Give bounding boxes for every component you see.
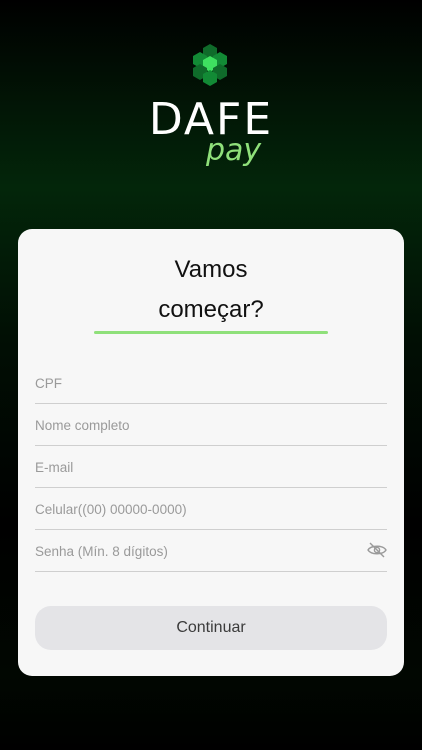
email-field-container	[35, 445, 387, 488]
cpf-field-container	[35, 361, 387, 404]
phone-input[interactable]	[35, 497, 355, 521]
title-underline	[94, 331, 328, 334]
name-field-container	[35, 403, 387, 446]
continue-button[interactable]: Continuar	[35, 606, 387, 650]
title-line-1: Vamos	[174, 256, 248, 283]
phone-field-container	[35, 487, 387, 530]
password-field-container	[35, 529, 387, 572]
password-input[interactable]	[35, 539, 355, 563]
title-line-2: começar?	[158, 296, 264, 323]
page-title: Vamos começar?	[18, 251, 404, 329]
brand-sub: pay	[206, 133, 262, 168]
eye-off-icon[interactable]	[367, 542, 387, 558]
email-input[interactable]	[35, 455, 355, 479]
signup-card: Vamos começar? Continuar	[18, 229, 404, 676]
hexagon-cluster-logo-icon	[193, 44, 227, 86]
cpf-input[interactable]	[35, 371, 355, 395]
full-name-input[interactable]	[35, 413, 355, 437]
